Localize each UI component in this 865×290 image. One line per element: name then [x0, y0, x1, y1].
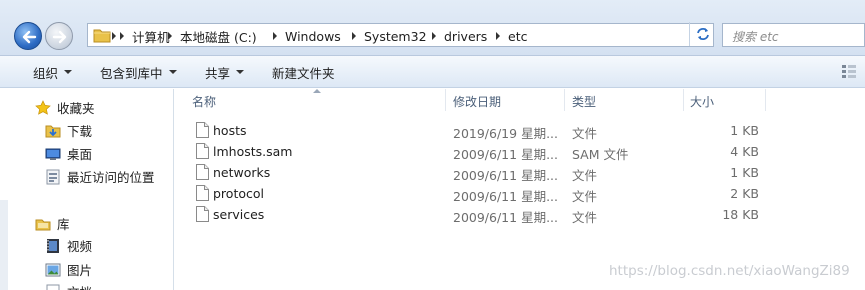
- nav-videos[interactable]: 视频: [45, 236, 92, 255]
- file-type: 文件: [572, 126, 598, 141]
- navigation-buttons: [14, 22, 99, 61]
- file-size: 2 KB: [730, 186, 759, 201]
- nav-recent-places[interactable]: 最近访问的位置: [45, 167, 155, 186]
- desktop-icon: [45, 148, 61, 160]
- navigation-pane: 收藏夹 下载 桌面 最近访问的位置 库 视频 图片 文档: [0, 89, 174, 290]
- recent-places-icon: [46, 169, 60, 184]
- column-header-name[interactable]: 名称: [175, 89, 446, 111]
- nav-pictures[interactable]: 图片: [45, 260, 92, 279]
- breadcrumb-computer[interactable]: 计算机: [120, 28, 170, 45]
- column-header-size[interactable]: 大小: [684, 89, 766, 111]
- file-size: 4 KB: [730, 144, 759, 159]
- file-date: 2009/6/11 星期...: [453, 189, 558, 204]
- file-icon: [196, 206, 209, 222]
- share-menu-button[interactable]: 共享: [205, 63, 245, 81]
- refresh-icon: [697, 28, 709, 40]
- file-date: 2019/6/19 星期...: [453, 126, 558, 141]
- downloads-folder-icon: [45, 125, 61, 137]
- file-date: 2009/6/11 星期...: [453, 168, 558, 183]
- forward-button[interactable]: [45, 22, 73, 50]
- file-icon: [196, 164, 209, 180]
- back-button[interactable]: [14, 22, 42, 50]
- file-name: lmhosts.sam: [213, 144, 293, 159]
- breadcrumb-system32[interactable]: System32: [352, 28, 427, 44]
- new-folder-button[interactable]: 新建文件夹: [272, 63, 335, 81]
- file-row-protocol[interactable]: protocol 2009/6/11 星期... 文件 2 KB: [175, 183, 865, 204]
- file-name: protocol: [213, 186, 264, 201]
- caret-down-icon: [236, 70, 245, 74]
- file-name: services: [213, 207, 265, 222]
- file-type: SAM 文件: [572, 147, 629, 162]
- nav-favorites[interactable]: 收藏夹: [35, 98, 95, 117]
- nav-documents[interactable]: 文档: [45, 282, 92, 290]
- window-edge: [0, 200, 8, 290]
- file-icon: [196, 143, 209, 159]
- file-size: 18 KB: [722, 207, 759, 222]
- organize-menu-button[interactable]: 组织: [33, 63, 73, 81]
- search-input[interactable]: 搜索 etc: [722, 23, 865, 47]
- address-bar-region: 计算机 本地磁盘 (C:) Windows System32 drivers e…: [0, 0, 865, 61]
- file-name: hosts: [213, 123, 247, 138]
- column-header-type[interactable]: 类型: [565, 89, 684, 111]
- file-icon: [196, 122, 209, 138]
- libraries-icon: [35, 219, 51, 230]
- nav-libraries[interactable]: 库: [35, 214, 70, 233]
- file-type: 文件: [572, 168, 598, 183]
- file-row-networks[interactable]: networks 2009/6/11 星期... 文件 1 KB: [175, 162, 865, 183]
- file-list: 名称 修改日期 类型 大小 hosts 2019/6/19 星期... 文件 1…: [175, 89, 865, 290]
- caret-down-icon: [64, 70, 73, 74]
- file-type: 文件: [572, 189, 598, 204]
- folder-icon: [93, 29, 111, 43]
- command-bar: 组织 包含到库中 共享 新建文件夹: [0, 56, 865, 88]
- file-row-services[interactable]: services 2009/6/11 星期... 文件 18 KB: [175, 204, 865, 225]
- file-size: 1 KB: [730, 165, 759, 180]
- forward-arrow-icon: [52, 30, 67, 44]
- breadcrumb-local-disk[interactable]: 本地磁盘 (C:): [168, 28, 257, 45]
- file-name: networks: [213, 165, 271, 180]
- column-header-date[interactable]: 修改日期: [446, 89, 565, 111]
- address-field[interactable]: 计算机 本地磁盘 (C:) Windows System32 drivers e…: [87, 23, 714, 47]
- file-row-hosts[interactable]: hosts 2019/6/19 星期... 文件 1 KB: [175, 120, 865, 141]
- watermark-text: https://blog.csdn.net/xiaoWangZi89: [609, 263, 850, 279]
- breadcrumb-windows[interactable]: Windows: [273, 28, 341, 44]
- star-icon: [35, 99, 51, 115]
- video-icon: [47, 238, 59, 253]
- change-view-icon[interactable]: [841, 64, 857, 78]
- file-row-lmhosts[interactable]: lmhosts.sam 2009/6/11 星期... SAM 文件 4 KB: [175, 141, 865, 162]
- file-type: 文件: [572, 210, 598, 225]
- file-date: 2009/6/11 星期...: [453, 210, 558, 225]
- documents-icon: [46, 284, 60, 290]
- refresh-button[interactable]: [689, 22, 715, 46]
- nav-desktop[interactable]: 桌面: [45, 144, 92, 163]
- file-size: 1 KB: [730, 123, 759, 138]
- caret-down-icon: [168, 70, 177, 74]
- back-arrow-icon: [22, 30, 37, 44]
- file-icon: [196, 185, 209, 201]
- breadcrumb-etc[interactable]: etc: [496, 28, 527, 44]
- breadcrumb-drivers[interactable]: drivers: [432, 28, 487, 44]
- include-in-library-menu-button[interactable]: 包含到库中: [100, 63, 177, 81]
- pictures-icon: [45, 263, 61, 276]
- file-date: 2009/6/11 星期...: [453, 147, 558, 162]
- nav-downloads[interactable]: 下载: [45, 121, 92, 140]
